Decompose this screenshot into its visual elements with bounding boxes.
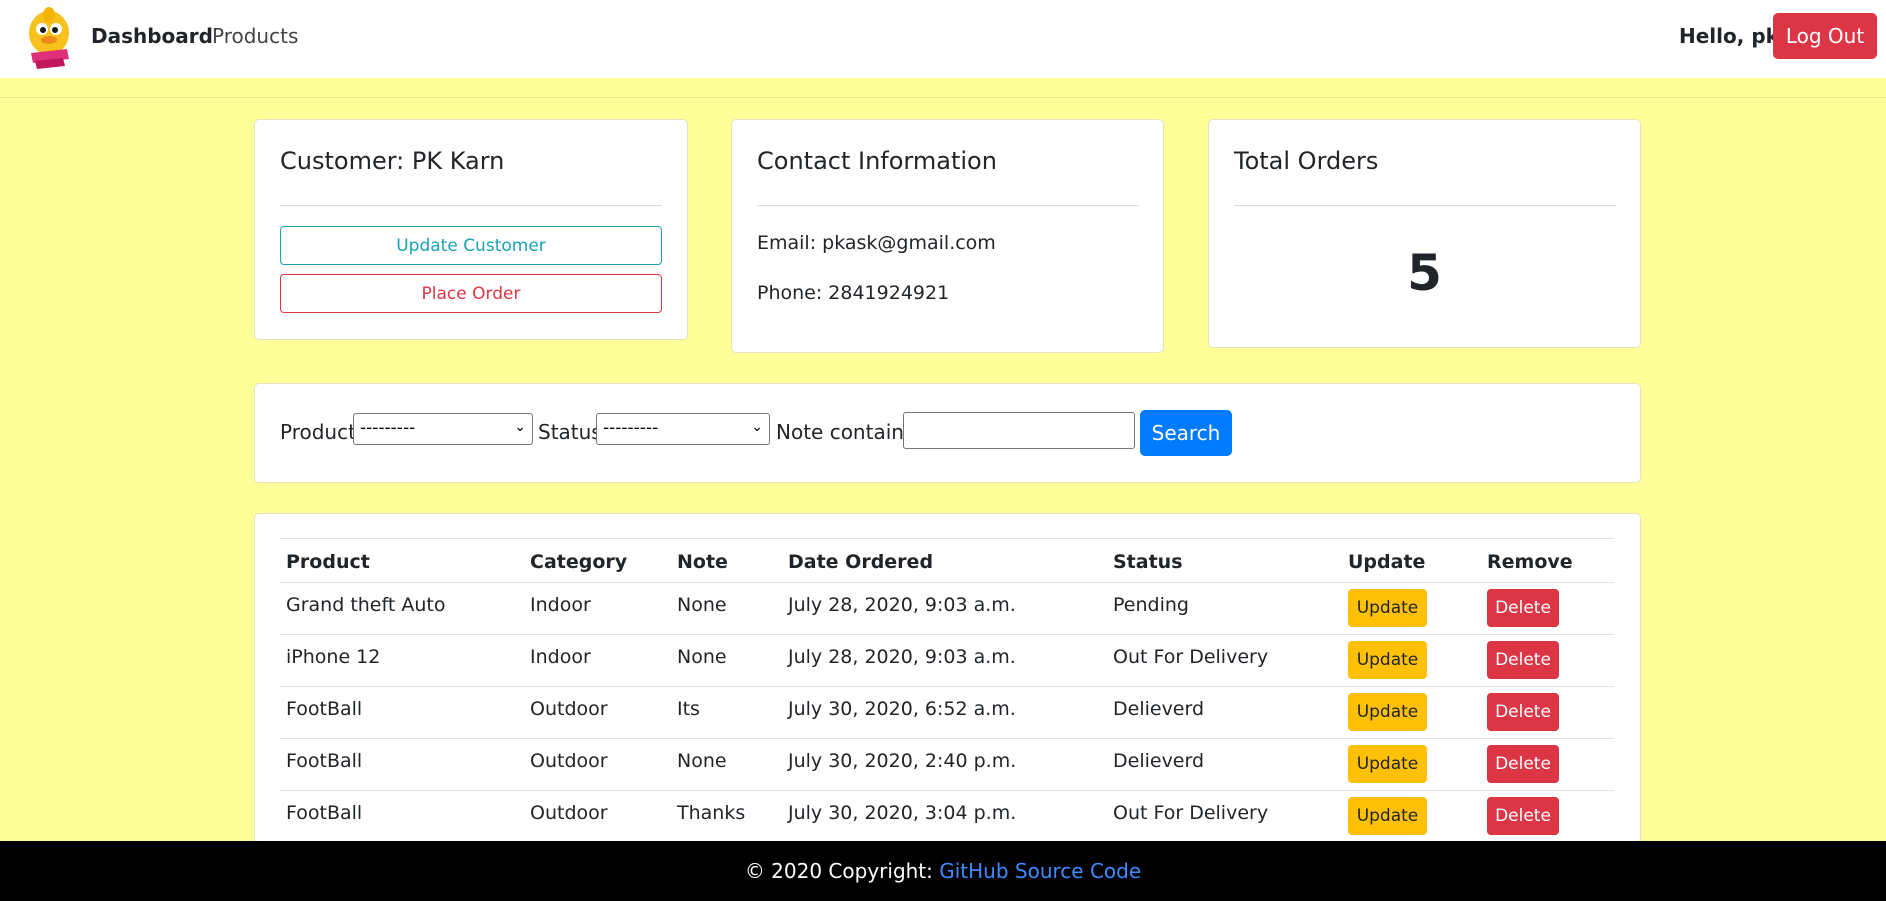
row-divider — [280, 634, 1614, 635]
product-select-value: --------- — [360, 418, 416, 438]
row-divider — [280, 790, 1614, 791]
header-category: Category — [530, 551, 628, 573]
customer-card: Customer: PK Karn Update Customer Place … — [254, 119, 688, 340]
product-filter-label: Product: — [280, 420, 363, 444]
update-customer-button[interactable]: Update Customer — [280, 226, 662, 265]
header-remove: Remove — [1487, 551, 1573, 573]
cell-category: Indoor — [530, 594, 591, 616]
total-orders-title: Total Orders — [1234, 147, 1379, 175]
note-filter-label: Note contains: — [776, 420, 922, 444]
row-divider — [280, 738, 1614, 739]
update-order-button[interactable]: Update — [1348, 745, 1427, 783]
cell-status: Pending — [1113, 594, 1189, 616]
cell-date: July 30, 2020, 2:40 p.m. — [788, 750, 1017, 772]
contact-phone: Phone: 2841924921 — [757, 282, 950, 304]
footer: © 2020 Copyright: GitHub Source Code — [0, 841, 1886, 901]
update-order-button[interactable]: Update — [1348, 641, 1427, 679]
status-select[interactable]: --------- ⌄ — [596, 413, 770, 445]
customer-title: Customer: PK Karn — [280, 147, 505, 175]
cell-note: Thanks — [677, 802, 746, 824]
delete-order-button[interactable]: Delete — [1487, 693, 1559, 731]
update-order-button[interactable]: Update — [1348, 589, 1427, 627]
nav-products-link[interactable]: Products — [212, 24, 298, 48]
cell-status: Out For Delivery — [1113, 802, 1269, 824]
update-order-button[interactable]: Update — [1348, 693, 1427, 731]
header-date-ordered: Date Ordered — [788, 551, 934, 573]
card-divider — [280, 205, 662, 206]
cell-status: Delieverd — [1113, 750, 1205, 772]
header-note: Note — [677, 551, 728, 573]
cell-note: None — [677, 594, 727, 616]
header-product: Product — [286, 551, 370, 573]
cell-category: Outdoor — [530, 698, 608, 720]
cell-product: FootBall — [286, 698, 363, 720]
cell-category: Indoor — [530, 646, 591, 668]
cell-date: July 28, 2020, 9:03 a.m. — [788, 646, 1016, 668]
logout-button[interactable]: Log Out — [1773, 13, 1877, 59]
cell-date: July 28, 2020, 9:03 a.m. — [788, 594, 1016, 616]
search-button[interactable]: Search — [1140, 410, 1232, 456]
navbar: Dashboard Products Hello, pk Log Out — [0, 0, 1886, 78]
delete-order-button[interactable]: Delete — [1487, 589, 1559, 627]
chevron-down-icon: ⌄ — [751, 419, 763, 435]
header-status: Status — [1113, 551, 1183, 573]
cell-date: July 30, 2020, 3:04 p.m. — [788, 802, 1017, 824]
nav-dashboard-link[interactable]: Dashboard — [91, 24, 213, 48]
delete-order-button[interactable]: Delete — [1487, 641, 1559, 679]
cell-category: Outdoor — [530, 750, 608, 772]
cell-note: None — [677, 750, 727, 772]
duck-logo[interactable] — [26, 5, 72, 71]
footer-copyright: © 2020 Copyright: — [744, 859, 940, 883]
cell-product: FootBall — [286, 750, 363, 772]
place-order-button[interactable]: Place Order — [280, 274, 662, 313]
cell-note: Its — [677, 698, 700, 720]
cell-status: Delieverd — [1113, 698, 1205, 720]
delete-order-button[interactable]: Delete — [1487, 745, 1559, 783]
status-select-value: --------- — [603, 418, 659, 438]
note-input[interactable] — [903, 412, 1135, 449]
github-source-link[interactable]: GitHub Source Code — [939, 859, 1141, 883]
row-divider — [280, 686, 1614, 687]
user-greeting: Hello, pk — [1679, 24, 1779, 48]
contact-email: Email: pkask@gmail.com — [757, 232, 996, 254]
cell-product: iPhone 12 — [286, 646, 381, 668]
chevron-down-icon: ⌄ — [514, 419, 526, 435]
contact-title: Contact Information — [757, 147, 997, 175]
cell-date: July 30, 2020, 6:52 a.m. — [788, 698, 1016, 720]
cell-product: Grand theft Auto — [286, 594, 446, 616]
card-divider — [757, 205, 1139, 206]
total-orders-card: Total Orders 5 — [1208, 119, 1641, 348]
cell-note: None — [677, 646, 727, 668]
delete-order-button[interactable]: Delete — [1487, 797, 1559, 835]
header-update: Update — [1348, 551, 1426, 573]
nav-divider — [0, 97, 1886, 98]
cell-category: Outdoor — [530, 802, 608, 824]
table-top-border — [280, 538, 1614, 539]
total-orders-count: 5 — [1407, 244, 1442, 302]
cell-status: Out For Delivery — [1113, 646, 1269, 668]
cell-product: FootBall — [286, 802, 363, 824]
update-order-button[interactable]: Update — [1348, 797, 1427, 835]
row-divider — [280, 582, 1614, 583]
card-divider — [1234, 205, 1616, 206]
contact-card: Contact Information Email: pkask@gmail.c… — [731, 119, 1164, 353]
product-select[interactable]: --------- ⌄ — [353, 413, 533, 445]
